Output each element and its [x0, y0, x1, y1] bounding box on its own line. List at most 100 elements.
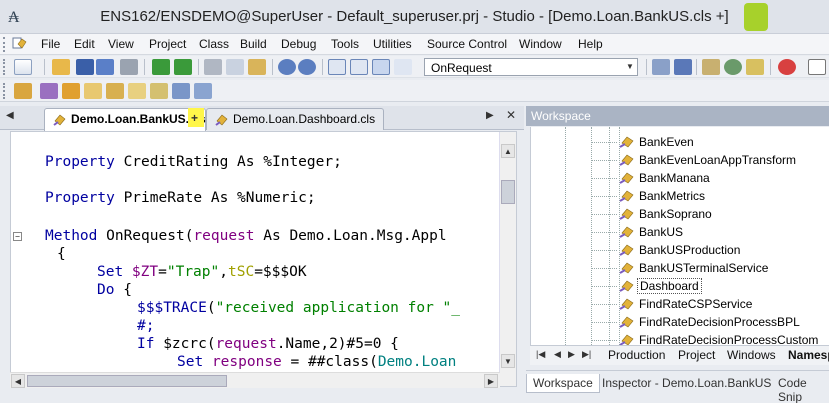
view-split-icon[interactable]: [394, 59, 412, 75]
method-selector-combo[interactable]: OnRequest ▼: [424, 58, 638, 76]
code-line: Set response = ##class(Demo.Loan: [177, 354, 457, 370]
scroll-left-icon[interactable]: ◀: [11, 374, 25, 388]
blank-icon[interactable]: [808, 59, 826, 75]
close-tab-icon[interactable]: ✕: [506, 108, 516, 122]
menu-class[interactable]: Class: [194, 37, 234, 51]
view-list-icon[interactable]: [350, 59, 368, 75]
code-line: Method OnRequest(request As Demo.Loan.Ms…: [45, 228, 447, 244]
tree-item-label: FindRateDecisionProcessCustom: [639, 333, 819, 345]
class-icon: [619, 226, 634, 238]
chevron-down-icon[interactable]: ▼: [623, 59, 637, 75]
editor-vertical-scrollbar[interactable]: ▲ ▼: [499, 132, 516, 386]
new-class-icon[interactable]: [14, 83, 32, 99]
toolbar-grip[interactable]: [3, 59, 6, 75]
document-menu-icon[interactable]: [12, 37, 28, 51]
paste-icon[interactable]: [248, 59, 266, 75]
tab-namespace[interactable]: Namesp: [788, 348, 829, 362]
tab-scroll-right-icon[interactable]: ▶: [486, 110, 494, 121]
code-line: Property CreditRating As %Integer;: [45, 154, 342, 170]
cut-icon[interactable]: [204, 59, 222, 75]
new-document-icon[interactable]: [14, 59, 32, 75]
scroll-right-icon[interactable]: ▶: [484, 374, 498, 388]
tab-inspector[interactable]: Inspector - Demo.Loan.BankUS: [596, 374, 777, 393]
scroll-thumb[interactable]: [501, 180, 515, 204]
menu-help[interactable]: Help: [573, 37, 608, 51]
xdata-icon[interactable]: [194, 83, 212, 99]
index-icon[interactable]: [106, 83, 124, 99]
calendar-icon[interactable]: [674, 59, 692, 75]
debug-icon[interactable]: [702, 59, 720, 75]
menu-source-control[interactable]: Source Control: [422, 37, 512, 51]
scroll-up-icon[interactable]: ▲: [501, 144, 515, 158]
method-icon[interactable]: [62, 83, 80, 99]
tab-demo-loan-bankus[interactable]: Demo.Loan.BankUS.cls: [44, 108, 206, 131]
tab-scroll-left-icon[interactable]: ◀: [6, 110, 14, 121]
menu-edit[interactable]: Edit: [69, 37, 100, 51]
compile-icon[interactable]: [652, 59, 670, 75]
menu-project[interactable]: Project: [144, 37, 191, 51]
tree-item-label: BankMetrics: [639, 189, 706, 203]
menu-build[interactable]: Build: [235, 37, 272, 51]
menu-view[interactable]: View: [103, 37, 139, 51]
code-editor[interactable]: Property CreditRating As %Integer; Prope…: [10, 131, 517, 387]
menu-bar: File Edit View Project Class Build Debug…: [0, 34, 829, 55]
redo-icon[interactable]: [298, 59, 316, 75]
scroll-down-icon[interactable]: ▼: [501, 354, 515, 368]
save-all-icon[interactable]: [96, 59, 114, 75]
workspace-tab-strip: |◀ ◀ ▶ ▶| Production Project Windows Nam…: [530, 345, 829, 365]
class-icon: [619, 298, 634, 310]
trigger-icon[interactable]: [150, 83, 168, 99]
save-icon[interactable]: [76, 59, 94, 75]
tree-item-label: BankSoprano: [639, 207, 712, 221]
view-class-icon[interactable]: [372, 59, 390, 75]
prev-tab-icon[interactable]: ◀: [554, 349, 561, 360]
tab-workspace[interactable]: Workspace: [526, 374, 600, 393]
scroll-thumb[interactable]: [27, 375, 227, 387]
editor-horizontal-scrollbar[interactable]: ◀ ▶: [10, 372, 500, 388]
forward-arrow-icon[interactable]: [174, 59, 192, 75]
menu-utilities[interactable]: Utilities: [368, 37, 417, 51]
storage-icon[interactable]: [172, 83, 190, 99]
class-icon: [619, 190, 634, 202]
query-icon[interactable]: [128, 83, 146, 99]
class-icon: [619, 208, 634, 220]
tree-item-label: BankEvenLoanAppTransform: [639, 153, 796, 167]
toolbar-grip[interactable]: [3, 83, 6, 99]
copy-icon[interactable]: [226, 59, 244, 75]
tree-branch-line: [591, 142, 617, 143]
menu-debug[interactable]: Debug: [276, 37, 321, 51]
next-tab-icon[interactable]: ▶: [568, 349, 575, 360]
tab-windows[interactable]: Windows: [727, 348, 776, 362]
tab-demo-loan-dashboard[interactable]: Demo.Loan.Dashboard.cls: [206, 108, 384, 130]
parameter-icon[interactable]: [84, 83, 102, 99]
first-tab-icon[interactable]: |◀: [536, 349, 545, 360]
back-arrow-icon[interactable]: [152, 59, 170, 75]
tree-item-label: FindRateDecisionProcessBPL: [639, 315, 800, 329]
code-line: Set $ZT="Trap",tSC=$$$OK: [97, 264, 307, 280]
menu-tools[interactable]: Tools: [326, 37, 364, 51]
tab-production[interactable]: Production: [608, 348, 665, 362]
run-icon[interactable]: [724, 59, 742, 75]
view-document-icon[interactable]: [328, 59, 346, 75]
menu-window[interactable]: Window: [514, 37, 567, 51]
workspace-tree[interactable]: BankEven BankEvenLoanAppTransform BankMana…: [530, 127, 829, 345]
property-icon[interactable]: [40, 83, 58, 99]
tab-project[interactable]: Project: [678, 348, 715, 362]
print-icon[interactable]: [120, 59, 138, 75]
class-icon: [619, 136, 634, 148]
last-tab-icon[interactable]: ▶|: [582, 349, 591, 360]
step-icon[interactable]: [746, 59, 764, 75]
tab-code-snippets[interactable]: Code Snip: [772, 374, 829, 403]
fold-toggle-icon[interactable]: −: [13, 232, 22, 241]
code-line: #;: [137, 318, 155, 334]
stop-icon[interactable]: [778, 59, 796, 75]
code-area[interactable]: Property CreditRating As %Integer; Prope…: [11, 132, 501, 386]
title-bar: ₳ ENS162/ENSDEMO@SuperUser - Default_sup…: [0, 0, 829, 34]
menu-file[interactable]: File: [36, 37, 65, 51]
tree-branch-line: [591, 178, 617, 179]
toolbar-separator: [646, 59, 647, 75]
menubar-grip[interactable]: [3, 37, 6, 52]
tree-guide: [565, 127, 566, 345]
open-folder-icon[interactable]: [52, 59, 70, 75]
undo-icon[interactable]: [278, 59, 296, 75]
